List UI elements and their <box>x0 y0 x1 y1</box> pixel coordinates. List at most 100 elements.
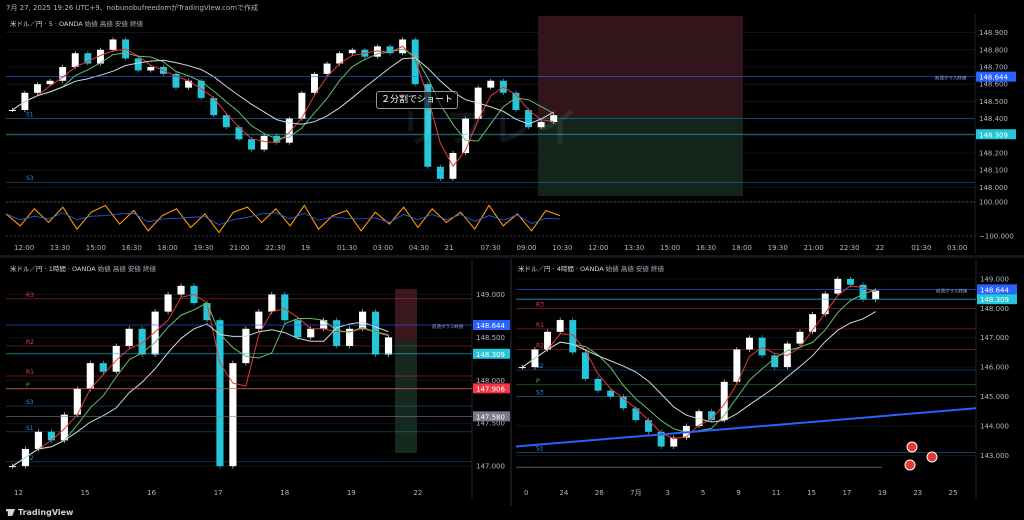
x-tick-label: 12 <box>14 489 23 497</box>
x-tick-label: 07:30 <box>481 244 501 252</box>
x-tick-label: 22:30 <box>265 244 285 252</box>
chart-snapshot-caption: 7月 27, 2025 19:26 UTC+9、nobunobufreedomが… <box>6 4 259 12</box>
pivot-level-label: S1 <box>26 112 34 119</box>
x-tick-label: 21 <box>445 244 454 252</box>
candle-body <box>125 328 133 346</box>
candle-body <box>255 311 263 329</box>
candle-body <box>203 303 211 321</box>
x-tick-label: 15 <box>81 489 90 497</box>
event-flag-icon <box>926 451 938 463</box>
candle-body <box>581 352 589 379</box>
candle-body <box>359 311 367 329</box>
price-label-text: 148.309 <box>476 351 505 359</box>
x-tick-label: 13:30 <box>50 244 70 252</box>
x-tick-label: 15 <box>807 489 816 497</box>
candle-body <box>821 293 829 315</box>
y-tick-label: 144.000 <box>980 422 1009 430</box>
pivot-level-label: R1 <box>26 369 34 376</box>
price-label-text: 148.309 <box>980 296 1009 304</box>
candle-body <box>796 331 804 344</box>
candle-body <box>73 388 81 415</box>
candle-body <box>307 328 315 338</box>
pivot-level-label: R3 <box>26 292 34 299</box>
x-tick-label: 19 <box>347 489 356 497</box>
event-flag-icon <box>906 441 918 453</box>
chart-canvas-h1[interactable]: 149.000148.500148.000147.500147.000R3R2R… <box>0 259 510 504</box>
x-tick-label: 03:00 <box>373 244 393 252</box>
x-tick-label: 19 <box>301 244 310 252</box>
candle-body <box>607 390 615 397</box>
chart-panel-h1[interactable]: 米ドル／円 · 1時間 · OANDA 始値 高値 安値 終値 149.000 1… <box>0 259 510 504</box>
candle-body <box>746 337 753 350</box>
replay-watermark: リプレイ <box>400 105 584 151</box>
x-tick-label: 19 <box>878 489 887 497</box>
level-note: 前週ダラス終値 <box>935 75 967 82</box>
candle-body <box>594 378 602 391</box>
candle-body <box>177 285 185 295</box>
y-tick-label: 148.600 <box>979 81 1008 89</box>
oscillator-tick-label: −100.000 <box>979 233 1014 241</box>
candle-body <box>733 349 741 382</box>
x-tick-label: 21:00 <box>229 244 249 252</box>
y-tick-label: 148.700 <box>979 64 1008 72</box>
candle-body <box>151 311 159 355</box>
event-flag-icon <box>904 459 916 471</box>
tradingview-logo-icon <box>6 509 15 516</box>
pivot-level-label: P <box>26 382 30 389</box>
candle-body <box>8 110 16 111</box>
y-tick-label: 148.500 <box>979 98 1008 106</box>
chart-panel-h4[interactable]: 米ドル／円 · 4時間 · OANDA 始値 高値 安値 終値 149.000 1… <box>512 259 1024 504</box>
chart-canvas-h4[interactable]: 149.000 148.000 147.000 146.000 145.000 144.0… <box>512 259 1024 504</box>
short-position-risk-zone <box>395 289 417 341</box>
candle-body <box>411 39 419 85</box>
x-tick-label: 11 <box>772 489 781 497</box>
y-tick-label: 148.500 <box>476 334 505 342</box>
candle-body <box>242 328 250 364</box>
candle-body <box>260 135 268 150</box>
candle-body <box>216 320 224 467</box>
pivot-level-label: S1 <box>536 445 544 452</box>
short-position-reward-zone <box>395 341 417 453</box>
candle-body <box>112 345 120 372</box>
candle-body <box>109 39 117 50</box>
x-tick-label: 15:00 <box>660 244 680 252</box>
price-label-text: 148.644 <box>980 286 1009 294</box>
candle-body <box>298 92 306 119</box>
x-tick-label: 15:00 <box>86 244 106 252</box>
x-tick-label: 19:30 <box>193 244 213 252</box>
price-label-text: 148.309 <box>979 131 1008 139</box>
candle-body <box>758 337 766 356</box>
x-tick-label: 18:00 <box>732 244 752 252</box>
trendline-support <box>515 407 977 448</box>
y-tick-label: 148.000 <box>980 305 1009 313</box>
x-tick-label: 0 <box>524 489 528 497</box>
candle-body <box>47 431 55 441</box>
x-tick-label: 17 <box>842 489 851 497</box>
y-tick-label: 148.900 <box>979 29 1008 37</box>
pivot-level-label: R2 <box>536 342 544 349</box>
x-tick-label: 04:30 <box>409 244 429 252</box>
tradingview-logo[interactable]: TradingView <box>6 508 73 517</box>
candle-body <box>34 431 42 449</box>
candle-body <box>569 320 577 353</box>
candle-body <box>333 320 341 346</box>
price-label-text: 147.580 <box>476 413 505 421</box>
moving-average-slow <box>12 321 389 467</box>
pivot-level-label: S3 <box>26 175 34 182</box>
candle-body <box>518 367 526 369</box>
pivot-level-label: P <box>536 378 540 385</box>
price-label-text: 148.644 <box>979 74 1008 82</box>
candle-body <box>147 67 155 71</box>
x-tick-label: 21:00 <box>804 244 824 252</box>
candle-body <box>645 420 652 432</box>
candle-body <box>71 53 79 67</box>
level-note: 前週ダラス終値 <box>936 287 968 294</box>
panel-divider-horizontal[interactable] <box>0 255 1024 258</box>
candle-body <box>872 290 880 300</box>
x-tick-label: 12:00 <box>588 244 608 252</box>
x-tick-label: 7月 <box>630 489 641 497</box>
candle-body <box>164 294 172 312</box>
candle-body <box>60 414 68 441</box>
candle-body <box>99 363 107 372</box>
candle-body <box>436 166 444 179</box>
